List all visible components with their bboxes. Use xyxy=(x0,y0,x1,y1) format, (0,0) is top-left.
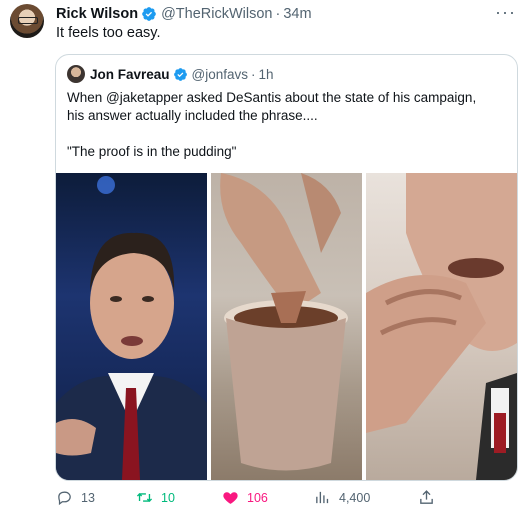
quote-author-avatar[interactable] xyxy=(67,65,85,83)
quote-author-handle[interactable]: @jonfavs xyxy=(192,67,248,82)
reply-button[interactable]: 13 xyxy=(56,489,95,506)
reply-icon xyxy=(58,491,71,506)
like-button[interactable]: 106 xyxy=(222,489,268,506)
share-button[interactable] xyxy=(418,489,443,506)
views-icon xyxy=(316,491,329,504)
quote-header: Jon Favreau @jonfavs · 1h xyxy=(67,65,274,83)
reply-count: 13 xyxy=(81,490,95,505)
retweet-icon xyxy=(136,493,153,502)
quote-text: When @jaketapper asked DeSantis about th… xyxy=(67,89,507,161)
media-grid xyxy=(56,173,517,480)
view-count: 4,400 xyxy=(339,490,371,505)
separator-dot: · xyxy=(251,66,256,82)
tweet-text: It feels too easy. xyxy=(56,25,161,41)
media-image-eating[interactable] xyxy=(366,173,517,480)
heart-icon xyxy=(223,492,238,504)
author-handle[interactable]: @TheRickWilson xyxy=(161,6,272,22)
retweet-count: 10 xyxy=(161,490,175,505)
more-icon[interactable]: ··· xyxy=(495,2,516,23)
quote-author-name[interactable]: Jon Favreau xyxy=(90,67,170,82)
action-bar: 13 10 106 4,400 xyxy=(56,489,506,509)
tweet-header: Rick Wilson @TheRickWilson · 34m xyxy=(56,4,518,24)
like-count: 106 xyxy=(247,490,268,505)
tweet-time[interactable]: 34m xyxy=(283,6,311,22)
author-name[interactable]: Rick Wilson xyxy=(56,6,138,22)
verified-badge-icon xyxy=(173,67,187,81)
quoted-tweet[interactable]: Jon Favreau @jonfavs · 1h When @jaketapp… xyxy=(55,54,518,481)
quote-text-line: "The proof is in the pudding" xyxy=(67,144,237,159)
quote-text-line: his answer actually included the phrase.… xyxy=(67,108,318,123)
media-image-speaker[interactable] xyxy=(56,173,207,480)
views-button[interactable]: 4,400 xyxy=(314,489,370,506)
separator-dot: · xyxy=(275,6,281,22)
quote-text-line: When @jaketapper asked DeSantis about th… xyxy=(67,90,477,105)
retweet-button[interactable]: 10 xyxy=(136,489,175,506)
share-icon xyxy=(420,490,433,504)
verified-badge-icon xyxy=(142,7,156,21)
media-image-pudding-cup[interactable] xyxy=(211,173,362,480)
author-avatar[interactable] xyxy=(10,4,44,38)
quote-time[interactable]: 1h xyxy=(259,67,274,82)
